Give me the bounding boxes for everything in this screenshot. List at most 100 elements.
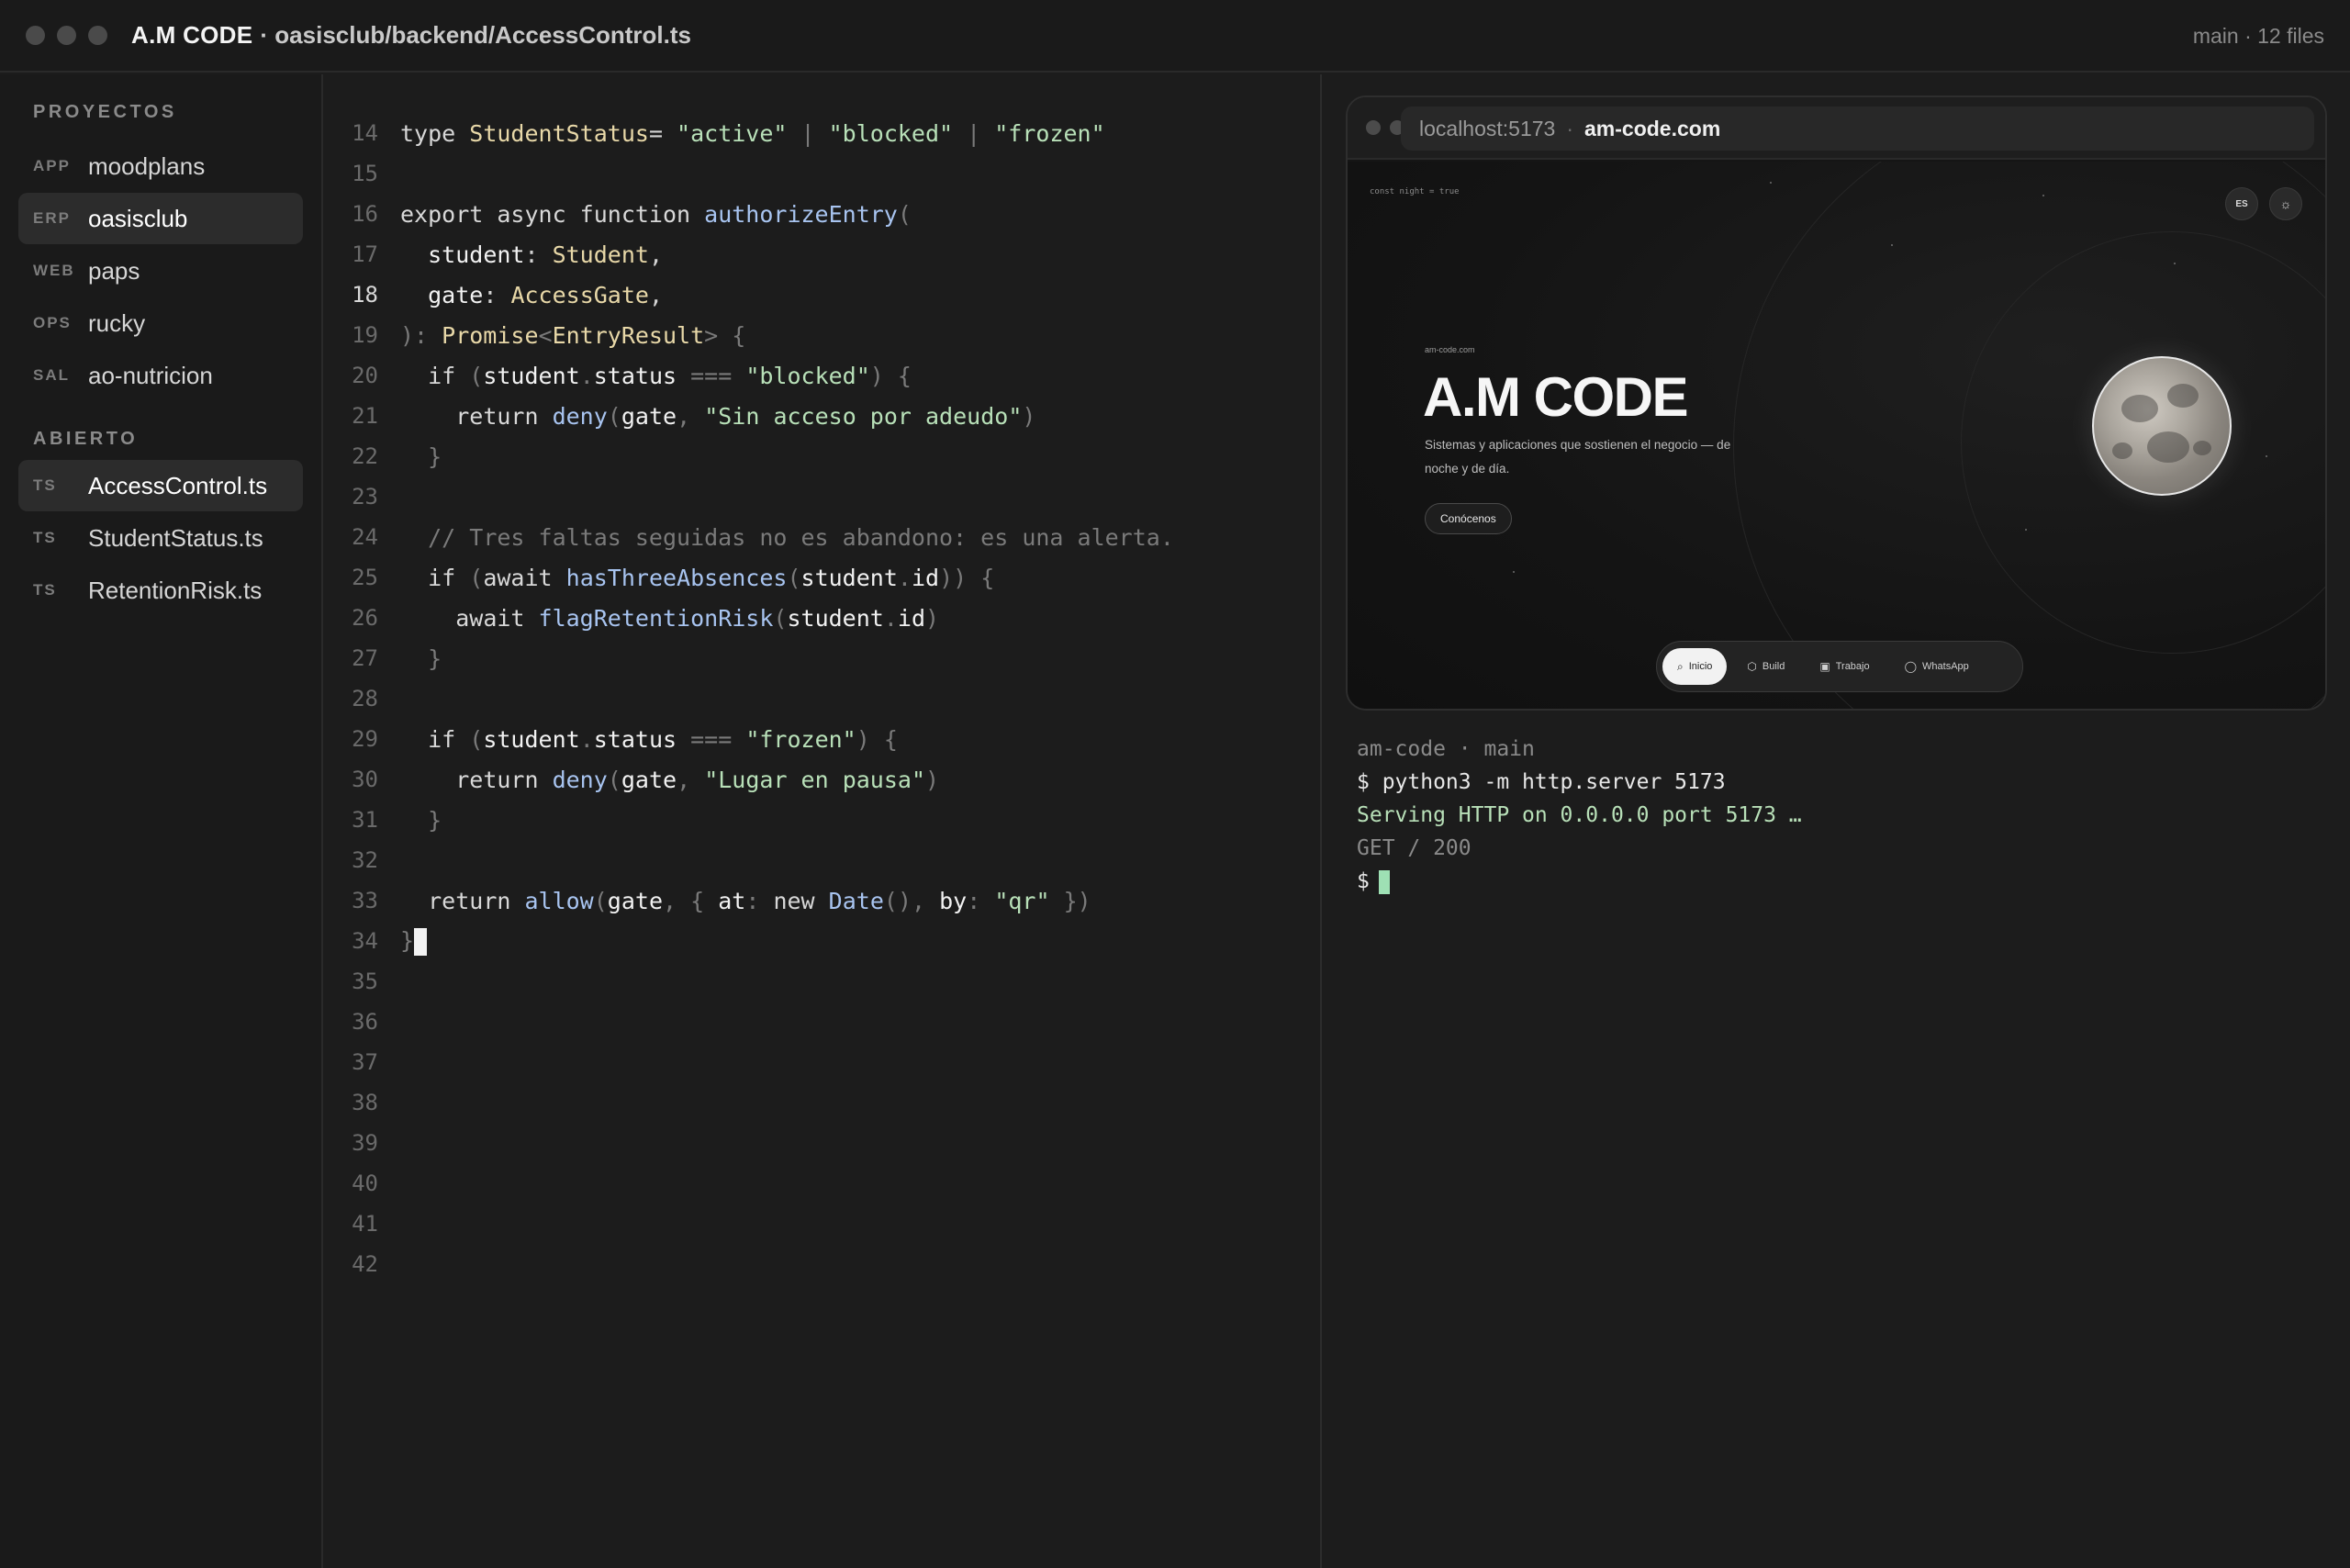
code-editor[interactable]: 14 type StudentStatus= "active" | "blocke… bbox=[325, 74, 1322, 1568]
item-label: StudentStatus.ts bbox=[88, 523, 263, 552]
code-token: hasThreeAbsences bbox=[565, 564, 788, 591]
terminal-cursor bbox=[1378, 869, 1390, 894]
code-line[interactable]: 18 gate: AccessGate, bbox=[325, 274, 1322, 315]
code-line[interactable]: 34} bbox=[325, 921, 1322, 961]
code-line[interactable]: 31 } bbox=[325, 800, 1322, 840]
theme-toggle-icon[interactable]: ☼ bbox=[2269, 187, 2302, 220]
item-tag: SAL bbox=[33, 366, 70, 384]
terminal-prompt: $ bbox=[1357, 869, 1370, 893]
language-button[interactable]: ES bbox=[2225, 187, 2258, 220]
code-token: } bbox=[400, 926, 415, 954]
code-line[interactable]: 24 // Tres faltas seguidas no es abandon… bbox=[325, 517, 1322, 557]
line-number: 19 bbox=[352, 322, 378, 348]
star bbox=[2174, 263, 2176, 264]
line-number: 33 bbox=[352, 888, 378, 913]
code-token: id bbox=[897, 604, 925, 632]
cta-button[interactable]: Conócenos bbox=[1425, 503, 1512, 534]
open-file-retentionrisk-ts[interactable]: TS RetentionRisk.ts bbox=[18, 565, 303, 616]
text-cursor bbox=[414, 927, 428, 956]
code-line[interactable]: 14 type StudentStatus= "active" | "blocke… bbox=[325, 113, 1322, 153]
browser-close-button[interactable] bbox=[1366, 120, 1381, 135]
item-tag: TS bbox=[33, 476, 57, 494]
line-number: 21 bbox=[352, 403, 378, 429]
code-line[interactable]: 28 bbox=[325, 678, 1322, 719]
project-moodplans[interactable]: APP moodplans bbox=[18, 140, 303, 192]
code-text: return deny(gate, "Sin acceso por adeudo… bbox=[400, 403, 1035, 430]
maximize-window-button[interactable] bbox=[88, 26, 107, 45]
code-text: // Tres faltas seguidas no es abandono: … bbox=[400, 524, 1174, 551]
code-line[interactable]: 19): Promise<EntryResult> { bbox=[325, 315, 1322, 355]
nav-build[interactable]: ⬡ Build bbox=[1732, 648, 1799, 685]
terminal-prompt-line[interactable]: $ bbox=[1357, 865, 1802, 898]
code-token: StudentStatus bbox=[469, 119, 649, 147]
nav-label: Build bbox=[1762, 661, 1785, 672]
code-line[interactable]: 41 bbox=[325, 1204, 1322, 1244]
code-line[interactable]: 26 await flagRetentionRisk(student.id) bbox=[325, 598, 1322, 638]
code-token: : bbox=[483, 281, 511, 308]
code-token: id bbox=[911, 564, 940, 591]
nav-trabajo[interactable]: ▣ Trabajo bbox=[1805, 648, 1884, 685]
code-line[interactable]: 37 bbox=[325, 1042, 1322, 1082]
code-line[interactable]: 29 if (student.status === "frozen") { bbox=[325, 719, 1322, 759]
project-paps[interactable]: WEB paps bbox=[18, 245, 303, 297]
code-line[interactable]: 23 bbox=[325, 476, 1322, 517]
line-number: 27 bbox=[352, 645, 378, 671]
open-file-studentstatus-ts[interactable]: TS StudentStatus.ts bbox=[18, 512, 303, 564]
line-number: 41 bbox=[352, 1211, 378, 1237]
website-page: const night = true ES ☼ am-code.com A.M … bbox=[1348, 162, 2325, 709]
code-line[interactable]: 33 return allow(gate, { at: new Date(), … bbox=[325, 880, 1322, 921]
code-token: student bbox=[483, 725, 580, 753]
moon-crater bbox=[2112, 442, 2132, 459]
code-token: === bbox=[677, 725, 746, 753]
code-line[interactable]: 17 student: Student, bbox=[325, 234, 1322, 274]
code-line[interactable]: 30 return deny(gate, "Lugar en pausa") bbox=[325, 759, 1322, 800]
code-line[interactable]: 20 if (student.status === "blocked") { bbox=[325, 355, 1322, 396]
item-tag: TS bbox=[33, 581, 57, 599]
code-token: student bbox=[787, 604, 884, 632]
code-line[interactable]: 38 bbox=[325, 1082, 1322, 1123]
code-token: ( bbox=[469, 725, 484, 753]
code-line[interactable]: 36 bbox=[325, 1002, 1322, 1042]
open-file-accesscontrol-ts[interactable]: TS AccessControl.ts bbox=[18, 460, 303, 511]
line-number: 39 bbox=[352, 1130, 378, 1156]
code-line[interactable]: 35 bbox=[325, 961, 1322, 1002]
code-line[interactable]: 39 bbox=[325, 1123, 1322, 1163]
code-line[interactable]: 16 export async function authorizeEntry( bbox=[325, 194, 1322, 234]
code-token: "blocked" bbox=[828, 119, 954, 147]
code-text: return allow(gate, { at: new Date(), by:… bbox=[400, 888, 1091, 914]
project-ao-nutricion[interactable]: SAL ao-nutricion bbox=[18, 350, 303, 401]
code-line[interactable]: 32 bbox=[325, 840, 1322, 880]
nav-whatsapp[interactable]: ◯ WhatsApp bbox=[1890, 648, 1984, 685]
project-rucky[interactable]: OPS rucky bbox=[18, 297, 303, 349]
code-token: ) { bbox=[869, 362, 912, 389]
code-line[interactable]: 25 if (await hasThreeAbsences(student.id… bbox=[325, 557, 1322, 598]
search-icon: ⌕ bbox=[1677, 659, 1684, 673]
line-number: 17 bbox=[352, 241, 378, 267]
code-line[interactable]: 40 bbox=[325, 1163, 1322, 1204]
code-line[interactable]: 22 } bbox=[325, 436, 1322, 476]
moon-crater bbox=[2193, 441, 2211, 455]
projects-heading: PROYECTOS bbox=[33, 102, 177, 122]
line-number: 30 bbox=[352, 767, 378, 792]
code-text: if (student.status === "blocked") { bbox=[400, 363, 912, 389]
code-token: student bbox=[428, 241, 525, 268]
code-line[interactable]: 15 bbox=[325, 153, 1322, 194]
terminal[interactable]: am-code · main $ python3 -m http.server … bbox=[1357, 733, 1802, 898]
code-token: return bbox=[455, 766, 553, 793]
code-token: "Lugar en pausa" bbox=[704, 766, 926, 793]
code-line[interactable]: 21 return deny(gate, "Sin acceso por ade… bbox=[325, 396, 1322, 436]
code-line[interactable]: 27 } bbox=[325, 638, 1322, 678]
site-navbar: ⌕ Inicio ⬡ Build ▣ Trabajo ◯ WhatsApp bbox=[1656, 641, 2023, 692]
close-window-button[interactable] bbox=[26, 26, 45, 45]
minimize-window-button[interactable] bbox=[57, 26, 76, 45]
project-oasisclub[interactable]: ERP oasisclub bbox=[18, 193, 303, 244]
item-tag: WEB bbox=[33, 262, 75, 279]
browser-toolbar: localhost:5173 · am-code.com bbox=[1348, 97, 2325, 160]
code-line[interactable]: 42 bbox=[325, 1244, 1322, 1284]
code-token: type bbox=[400, 119, 470, 147]
address-bar[interactable]: localhost:5173 · am-code.com bbox=[1401, 106, 2314, 151]
moon-crater bbox=[2167, 384, 2199, 408]
code-text: gate: AccessGate, bbox=[400, 282, 663, 308]
nav-inicio[interactable]: ⌕ Inicio bbox=[1662, 648, 1728, 685]
